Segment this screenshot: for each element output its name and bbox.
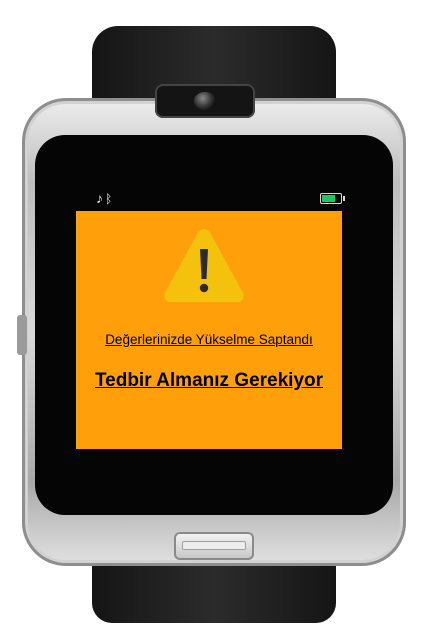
alert-message-line1: Değerlerinizde Yükselme Saptandı (105, 332, 313, 347)
status-bar: ♪ ᛒ (76, 189, 345, 211)
status-icons: ♪ ᛒ (96, 189, 112, 208)
smartwatch-mockup: ♪ ᛒ Değerlerinizde Yükselme Saptandı Tedb… (0, 0, 428, 632)
alert-screen[interactable]: Değerlerinizde Yükselme Saptandı Tedbir … (76, 211, 342, 449)
camera-module (155, 84, 255, 118)
warning-triangle-icon (164, 229, 244, 302)
battery-icon (320, 193, 345, 204)
alert-message-line2: Tedbir Almanız Gerekiyor (94, 370, 324, 391)
side-port (17, 315, 27, 355)
home-button[interactable] (174, 532, 254, 560)
battery-level-fill (322, 195, 335, 202)
bluetooth-icon: ᛒ (105, 192, 113, 206)
camera-lens-icon (194, 92, 216, 110)
music-note-icon: ♪ (96, 190, 103, 206)
